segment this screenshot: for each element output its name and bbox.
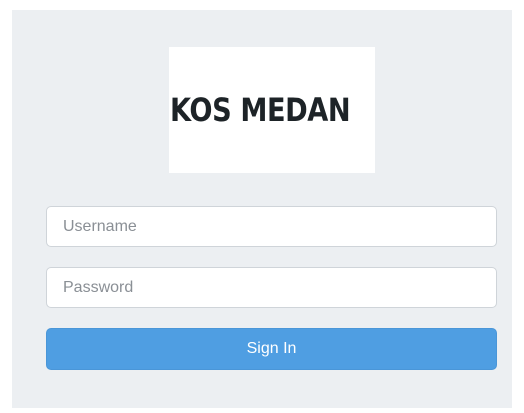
username-input[interactable] xyxy=(46,206,497,247)
sign-in-button[interactable]: Sign In xyxy=(46,328,497,370)
password-input[interactable] xyxy=(46,267,497,308)
login-panel: KOS MEDAN Sign In xyxy=(12,10,512,408)
brand-name: KOS MEDAN xyxy=(169,91,351,129)
brand-logo: KOS MEDAN xyxy=(169,47,375,173)
